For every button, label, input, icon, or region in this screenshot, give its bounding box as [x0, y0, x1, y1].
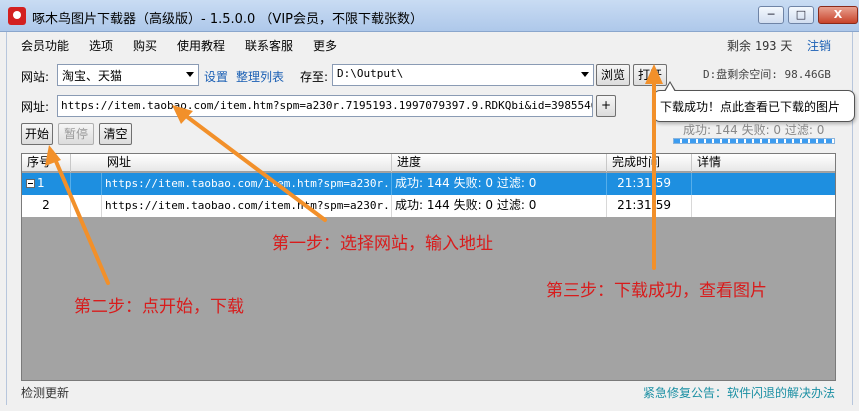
- step2-arrow: [50, 150, 110, 285]
- step2-annotation: 第二步：点开始，下载: [74, 297, 244, 317]
- step3-arrowhead: [645, 64, 663, 84]
- tutorial-arrows: [45, 64, 663, 285]
- step1-arrow: [176, 108, 327, 222]
- step3-annotation: 第三步：下载成功，查看图片: [546, 281, 767, 301]
- step1-annotation: 第一步：选择网站，输入地址: [272, 234, 493, 254]
